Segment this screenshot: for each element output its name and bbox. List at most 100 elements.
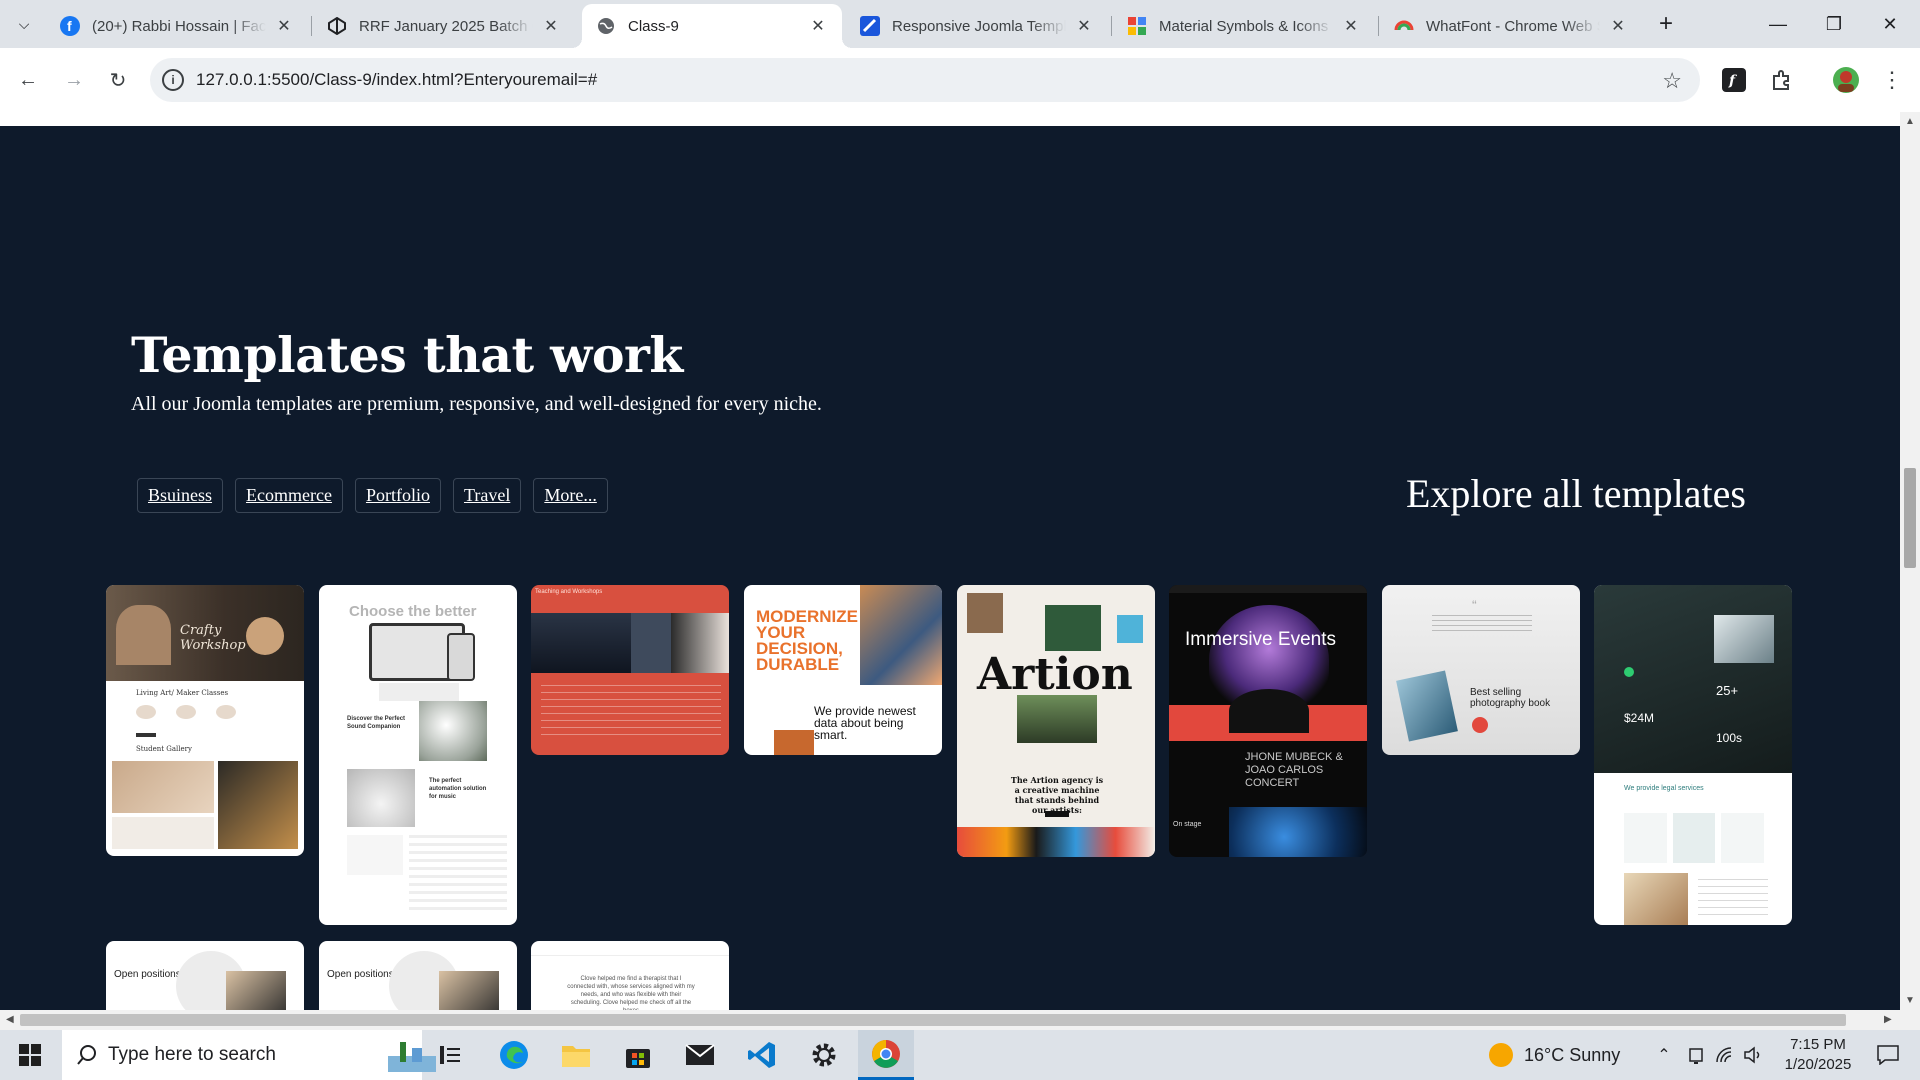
close-tab-icon[interactable]: ✕ <box>808 16 828 36</box>
forward-button[interactable]: → <box>56 62 92 98</box>
close-tab-icon[interactable]: ✕ <box>541 16 561 36</box>
template-card[interactable]: Artion The Artion agency is a creative m… <box>957 585 1155 857</box>
close-tab-icon[interactable]: ✕ <box>1341 16 1361 36</box>
filter-portfolio[interactable]: Portfolio <box>354 478 441 513</box>
start-button[interactable] <box>0 1030 60 1080</box>
task-view-button[interactable] <box>426 1030 474 1080</box>
arrow-left-icon: ← <box>18 68 38 91</box>
template-card[interactable]: Clove helped me find a therapist that I … <box>531 941 729 1010</box>
url-text[interactable]: 127.0.0.1:5500/Class-9/index.html?Entery… <box>196 70 597 90</box>
horizontal-scroll-thumb[interactable] <box>20 1014 1846 1026</box>
template-card[interactable]: Open positions <box>106 941 304 1010</box>
codepen-icon <box>327 16 347 36</box>
vscode-icon <box>748 1042 775 1068</box>
template-card[interactable]: Immersive Events JHONE MUBECK & JOAO CAR… <box>1169 585 1367 857</box>
stat-three: 100s <box>1716 731 1743 745</box>
close-tab-icon[interactable]: ✕ <box>1608 16 1628 36</box>
vertical-scrollbar[interactable]: ▲ ▼ <box>1900 112 1920 1010</box>
scroll-right-icon[interactable]: ▶ <box>1884 1014 1892 1025</box>
taskbar-search[interactable]: Type here to search <box>62 1030 436 1080</box>
scroll-up-icon[interactable]: ▲ <box>1905 116 1915 127</box>
chevron-down-icon: ⌵ <box>18 15 30 32</box>
card-nav <box>1169 585 1367 593</box>
tab-strip: ⌵ f (20+) Rabbi Hossain | Facebook ✕ RRF… <box>0 0 1920 48</box>
taskbar-file-explorer[interactable] <box>550 1030 602 1080</box>
minimize-button[interactable]: — <box>1758 10 1798 38</box>
template-card[interactable]: Teaching and Workshops <box>531 585 729 755</box>
card-subheading: Living Art/ Maker Classes <box>136 689 229 697</box>
taskbar-settings[interactable] <box>798 1030 850 1080</box>
explore-all-templates-link[interactable]: Explore all templates <box>1406 470 1746 517</box>
tray-meet-now[interactable] <box>1684 1030 1710 1080</box>
taskbar-mail[interactable] <box>674 1030 726 1080</box>
template-card[interactable]: Crafty Workshop Living Art/ Maker Classe… <box>106 585 304 856</box>
forest-image <box>1017 695 1097 743</box>
concert-image <box>1229 807 1367 857</box>
vertical-scroll-thumb[interactable] <box>1904 468 1916 568</box>
tray-overflow-button[interactable]: ⌃ <box>1650 1030 1678 1080</box>
clock[interactable]: 7:15 PM 1/20/2025 <box>1772 1030 1864 1080</box>
horizontal-scrollbar[interactable]: ◀ ▶ <box>0 1010 1900 1030</box>
notification-icon <box>1877 1045 1899 1065</box>
tray-volume[interactable] <box>1740 1030 1766 1080</box>
speaker-icon <box>1744 1046 1760 1064</box>
tray-network[interactable] <box>1712 1030 1738 1080</box>
template-card[interactable]: MODERNIZE YOUR DECISION, DURABLE We prov… <box>744 585 942 755</box>
card-nav <box>531 955 729 956</box>
profile-avatar[interactable] <box>1832 66 1860 94</box>
book-image <box>1396 670 1458 742</box>
restore-button[interactable]: ❐ <box>1814 10 1854 38</box>
scroll-down-icon[interactable]: ▼ <box>1905 995 1915 1006</box>
new-tab-button[interactable]: + <box>1652 10 1680 38</box>
search-placeholder: Type here to search <box>108 1044 276 1065</box>
close-tab-icon[interactable]: ✕ <box>274 16 294 36</box>
weather-widget[interactable]: 16°C Sunny <box>1488 1030 1628 1080</box>
reload-button[interactable]: ↻ <box>100 62 136 98</box>
taskbar-store[interactable] <box>612 1030 664 1080</box>
reload-icon: ↻ <box>109 69 127 92</box>
material-icon <box>1127 16 1147 36</box>
bookmark-star-icon[interactable]: ☆ <box>1662 68 1682 94</box>
back-button[interactable]: ← <box>10 62 46 98</box>
taskbar-chrome[interactable] <box>858 1030 914 1080</box>
card-extra: Student Gallery <box>136 745 192 753</box>
plus-icon: + <box>1658 10 1673 37</box>
scroll-left-icon[interactable]: ◀ <box>6 1014 14 1025</box>
mail-icon <box>685 1044 715 1065</box>
card-heading: Best selling photography book <box>1470 687 1551 709</box>
thumb-image <box>774 730 814 755</box>
notification-center-button[interactable] <box>1866 1030 1910 1080</box>
restore-icon: ❐ <box>1825 13 1843 34</box>
template-card[interactable]: “ Best selling photography book <box>1382 585 1580 755</box>
tab-class-9[interactable]: Class-9 ✕ <box>572 4 852 48</box>
tab-rrf-class[interactable]: RRF January 2025 Batch Class ✕ <box>313 4 575 48</box>
tab-joomla-templates[interactable]: Responsive Joomla Templates ✕ <box>846 4 1108 48</box>
template-card[interactable]: Open positions <box>319 941 517 1010</box>
extensions-puzzle-icon[interactable] <box>1768 66 1796 94</box>
text-block <box>379 683 459 701</box>
card-heading: Open positions <box>327 969 394 980</box>
tab-search-button[interactable]: ⌵ <box>12 12 36 36</box>
menu-kebab-icon[interactable]: ⋮ <box>1878 66 1906 94</box>
whatfont-extension-icon[interactable]: f <box>1720 66 1748 94</box>
taskbar-vscode[interactable] <box>736 1030 788 1080</box>
template-card[interactable]: Choose the better Discover the Perfect S… <box>319 585 517 925</box>
site-info-icon[interactable]: i <box>162 69 184 91</box>
pottery-shape <box>246 617 284 655</box>
tab-facebook[interactable]: f (20+) Rabbi Hossain | Facebook ✕ <box>46 4 308 48</box>
tab-material-symbols[interactable]: Material Symbols & Icons - Google Fonts … <box>1113 4 1375 48</box>
tab-divider <box>1111 16 1112 36</box>
filter-ecommerce[interactable]: Ecommerce <box>235 478 343 513</box>
filter-more[interactable]: More... <box>533 478 608 513</box>
template-card[interactable]: 25+ $24M 100s We provide legal services <box>1594 585 1792 925</box>
tab-divider <box>1378 16 1379 36</box>
filter-business[interactable]: Bsuiness <box>137 478 224 513</box>
filter-travel[interactable]: Travel <box>452 478 522 513</box>
browser-toolbar: ← → ↻ i 127.0.0.1:5500/Class-9/index.htm… <box>0 48 1920 112</box>
tab-whatfont[interactable]: WhatFont - Chrome Web Store ✕ <box>1380 4 1642 48</box>
address-bar[interactable]: i 127.0.0.1:5500/Class-9/index.html?Ente… <box>150 58 1700 102</box>
close-window-button[interactable]: ✕ <box>1870 10 1910 38</box>
joomla-icon <box>860 16 880 36</box>
taskbar-edge[interactable] <box>488 1030 540 1080</box>
close-tab-icon[interactable]: ✕ <box>1074 16 1094 36</box>
